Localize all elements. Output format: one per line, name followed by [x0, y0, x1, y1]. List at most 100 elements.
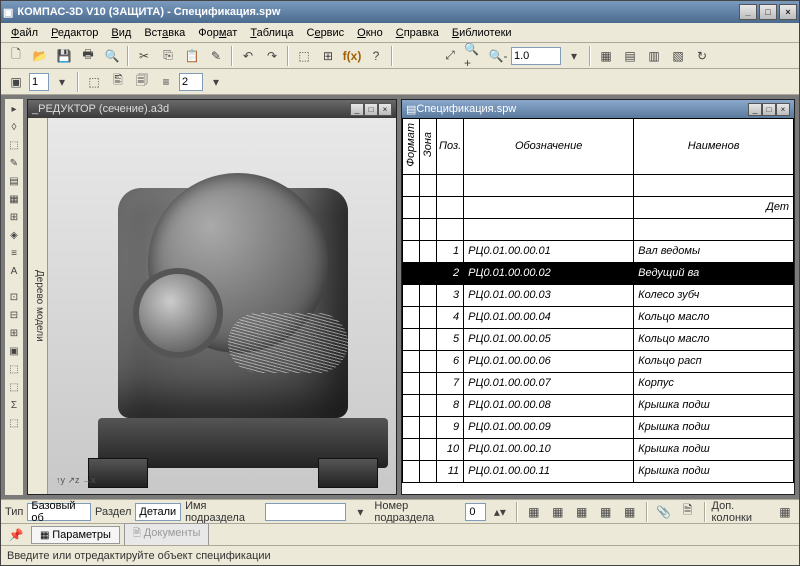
- zoom-out-button[interactable]: 🔍-: [487, 45, 509, 67]
- model-tree-tab[interactable]: Дерево модели: [28, 118, 48, 494]
- lt-5[interactable]: ▤: [6, 173, 22, 189]
- grid-3-button[interactable]: ▦: [572, 501, 592, 523]
- table-row[interactable]: 11РЦ0.01.00.00.11Крышка подш: [403, 460, 794, 482]
- minimize-button[interactable]: _: [739, 4, 757, 20]
- cut-button[interactable]: ✂: [133, 45, 155, 67]
- brush-button[interactable]: ✎: [205, 45, 227, 67]
- menu-edit[interactable]: Редактор: [45, 25, 104, 41]
- titlebar[interactable]: ▣ КОМПАС-3D V10 (ЗАЩИТА) - Спецификация.…: [1, 1, 799, 23]
- tab-pin-icon[interactable]: 📌: [5, 524, 27, 546]
- zoom-fit-button[interactable]: ⤢: [439, 45, 461, 67]
- sub3d-close[interactable]: ×: [378, 103, 392, 116]
- obj-3-button[interactable]: 🗐: [131, 71, 153, 93]
- zoom-input[interactable]: [511, 47, 561, 65]
- 3d-viewport[interactable]: ↑y ↗z →x: [48, 118, 396, 494]
- menu-service[interactable]: Сервис: [300, 25, 350, 41]
- maximize-button[interactable]: □: [759, 4, 777, 20]
- lt-8[interactable]: ◈: [6, 227, 22, 243]
- table-row[interactable]: 8РЦ0.01.00.00.08Крышка подш: [403, 394, 794, 416]
- lt-17[interactable]: Σ: [6, 397, 22, 413]
- tool-b-button[interactable]: ⊞: [317, 45, 339, 67]
- sub3d-max[interactable]: □: [364, 103, 378, 116]
- tab-docs[interactable]: 🗎 Документы: [124, 523, 210, 546]
- paste-button[interactable]: 📋: [181, 45, 203, 67]
- save-button[interactable]: 💾: [53, 45, 75, 67]
- menu-format[interactable]: Формат: [192, 25, 243, 41]
- tool-a-button[interactable]: ⬚: [293, 45, 315, 67]
- redo-button[interactable]: ↷: [261, 45, 283, 67]
- grid-5-button[interactable]: ▦: [620, 501, 640, 523]
- print-button[interactable]: 🖶: [77, 45, 99, 67]
- menu-file[interactable]: Файл: [5, 25, 44, 41]
- page-dropdown[interactable]: ▾: [51, 71, 73, 93]
- attach-button[interactable]: 📎: [654, 501, 674, 523]
- tab-params[interactable]: ▦ Параметры: [31, 526, 120, 544]
- lt-10[interactable]: A: [6, 263, 22, 279]
- section-field[interactable]: Детали: [135, 503, 181, 521]
- view-2-button[interactable]: ▤: [619, 45, 641, 67]
- lt-6[interactable]: ▦: [6, 191, 22, 207]
- lt-14[interactable]: ▣: [6, 343, 22, 359]
- table-row[interactable]: 10РЦ0.01.00.00.10Крышка подш: [403, 438, 794, 460]
- copy-button[interactable]: ⎘: [157, 45, 179, 67]
- menu-libs[interactable]: Библиотеки: [446, 25, 518, 41]
- spec-table[interactable]: Формат Зона Поз. Обозначение Наименов Де…: [402, 118, 794, 494]
- view-3-button[interactable]: ▥: [643, 45, 665, 67]
- lt-3[interactable]: ⬚: [6, 137, 22, 153]
- count-input[interactable]: [179, 73, 203, 91]
- table-row[interactable]: 2РЦ0.01.00.00.02Ведущий ва: [403, 262, 794, 284]
- menu-window[interactable]: Окно: [351, 25, 389, 41]
- help-button[interactable]: ?: [365, 45, 387, 67]
- grid-1-button[interactable]: ▦: [524, 501, 544, 523]
- table-row[interactable]: 3РЦ0.01.00.00.03Колесо зубч: [403, 284, 794, 306]
- grid-4-button[interactable]: ▦: [596, 501, 616, 523]
- undo-button[interactable]: ↶: [237, 45, 259, 67]
- table-row[interactable]: 7РЦ0.01.00.00.07Корпус: [403, 372, 794, 394]
- menu-view[interactable]: Вид: [105, 25, 137, 41]
- menu-table[interactable]: Таблица: [244, 25, 299, 41]
- grid-2-button[interactable]: ▦: [548, 501, 568, 523]
- menu-insert[interactable]: Вставка: [138, 25, 191, 41]
- obj-2-button[interactable]: 🖺: [107, 71, 129, 93]
- page-button[interactable]: ▣: [5, 71, 27, 93]
- extra-cols-button[interactable]: ▦: [775, 501, 795, 523]
- close-button[interactable]: ×: [779, 4, 797, 20]
- page-input[interactable]: [29, 73, 49, 91]
- fx-button[interactable]: f(x): [341, 45, 363, 67]
- spec-close[interactable]: ×: [776, 103, 790, 116]
- obj-4-button[interactable]: ≡: [155, 71, 177, 93]
- table-row[interactable]: 9РЦ0.01.00.00.09Крышка подш: [403, 416, 794, 438]
- lt-13[interactable]: ⊞: [6, 325, 22, 341]
- lt-7[interactable]: ⊞: [6, 209, 22, 225]
- table-row-empty[interactable]: [403, 174, 794, 196]
- subsection-field[interactable]: [265, 503, 347, 521]
- menu-help[interactable]: Справка: [390, 25, 445, 41]
- subno-spinner[interactable]: ▴▾: [490, 501, 510, 523]
- subwindow-3d-titlebar[interactable]: _РЕДУКТОР (сечение).a3d _ □ ×: [28, 100, 396, 118]
- lt-15[interactable]: ⬚: [6, 361, 22, 377]
- lt-12[interactable]: ⊟: [6, 307, 22, 323]
- table-row[interactable]: 5РЦ0.01.00.00.05Кольцо масло: [403, 328, 794, 350]
- type-field[interactable]: Базовый об: [27, 503, 91, 521]
- lt-11[interactable]: ⊡: [6, 289, 22, 305]
- table-row[interactable]: 1РЦ0.01.00.00.01Вал ведомы: [403, 240, 794, 262]
- spec-max[interactable]: □: [762, 103, 776, 116]
- lt-18[interactable]: ⬚: [6, 415, 22, 431]
- refresh-button[interactable]: ↻: [691, 45, 713, 67]
- lt-1[interactable]: ▸: [6, 101, 22, 117]
- obj-1-button[interactable]: ⬚: [83, 71, 105, 93]
- table-row-section[interactable]: Дет: [403, 196, 794, 218]
- new-button[interactable]: 🗋: [5, 45, 27, 67]
- zoom-dropdown[interactable]: ▾: [563, 45, 585, 67]
- preview-button[interactable]: 🔍: [101, 45, 123, 67]
- lt-9[interactable]: ≡: [6, 245, 22, 261]
- table-row-empty[interactable]: [403, 218, 794, 240]
- spec-min[interactable]: _: [748, 103, 762, 116]
- lt-2[interactable]: ◊: [6, 119, 22, 135]
- open-button[interactable]: 📂: [29, 45, 51, 67]
- subwindow-spec-titlebar[interactable]: ▤ Спецификация.spw _ □ ×: [402, 100, 794, 118]
- lt-4[interactable]: ✎: [6, 155, 22, 171]
- count-dropdown[interactable]: ▾: [205, 71, 227, 93]
- sub3d-min[interactable]: _: [350, 103, 364, 116]
- lt-16[interactable]: ⬚: [6, 379, 22, 395]
